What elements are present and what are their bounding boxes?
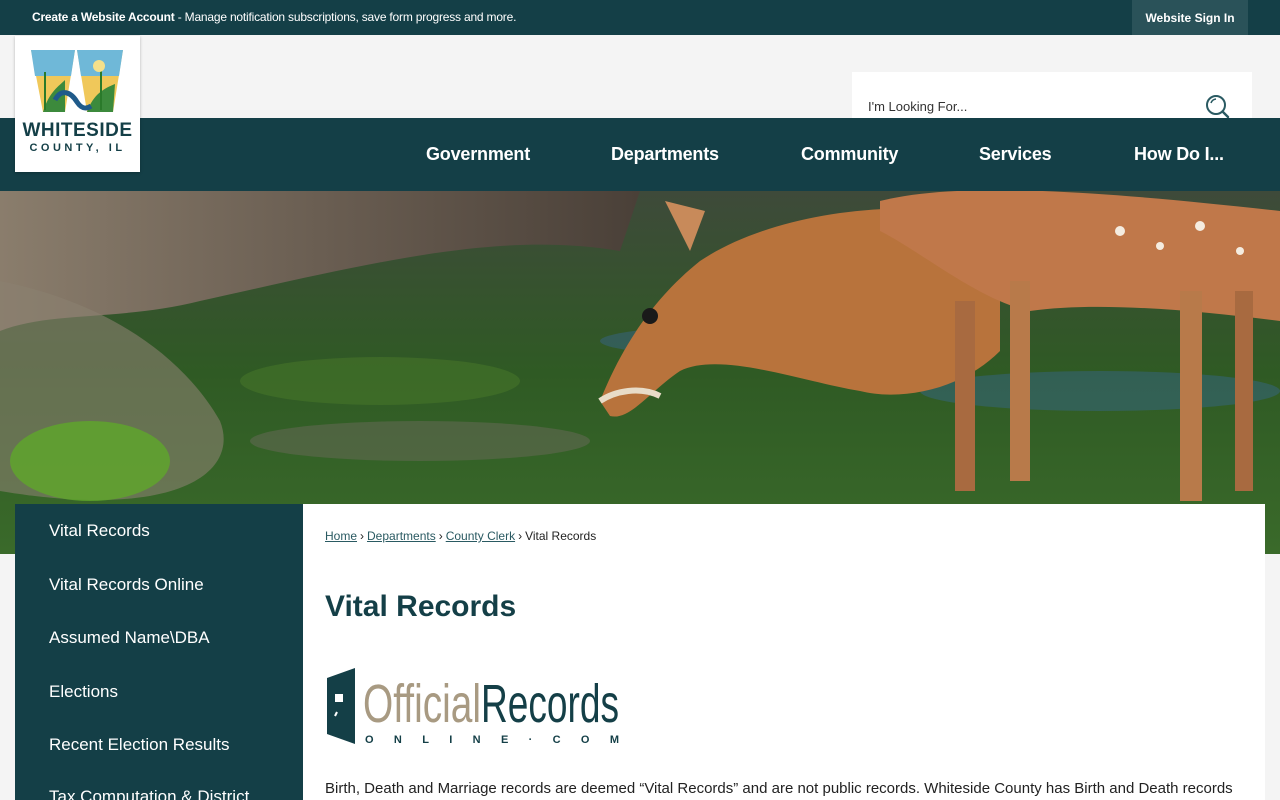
sidebar-item-elections[interactable]: Elections xyxy=(49,682,118,702)
sidebar-item-vital-records-online[interactable]: Vital Records Online xyxy=(49,575,204,595)
nav-government[interactable]: Government xyxy=(426,144,530,165)
section-sidebar: Vital Records Vital Records Online Assum… xyxy=(15,504,303,800)
create-account-link[interactable]: Create a Website Account xyxy=(32,10,175,24)
search-input[interactable] xyxy=(868,94,1188,118)
account-promo-text: - Manage notification subscriptions, sav… xyxy=(174,10,517,24)
brand-records-text: Records xyxy=(481,674,619,734)
sidebar-item-tax-computation[interactable]: Tax Computation & District xyxy=(49,787,249,800)
main-content: Home › Departments › County Clerk › Vital Reco… xyxy=(303,504,1265,800)
logo-title: WHITESIDE xyxy=(22,120,133,141)
breadcrumb-current: Vital Records xyxy=(525,529,597,543)
breadcrumb-home[interactable]: Home xyxy=(325,529,357,543)
county-seal-icon xyxy=(31,50,123,112)
nav-community[interactable]: Community xyxy=(801,144,898,165)
nav-services[interactable]: Services xyxy=(979,144,1052,165)
sidebar-item-recent-election-results[interactable]: Recent Election Results xyxy=(49,735,229,755)
breadcrumb: Home › Departments › County Clerk › Vital Reco… xyxy=(325,529,597,543)
page-title: Vital Records xyxy=(325,590,517,623)
breadcrumb-departments[interactable]: Departments xyxy=(367,529,436,543)
county-logo[interactable]: WHITESIDE COUNTY, IL xyxy=(15,36,140,172)
brand-official-text: Official xyxy=(363,674,481,734)
nav-departments[interactable]: Departments xyxy=(611,144,719,165)
deer-photo-illustration xyxy=(0,191,1280,554)
brand-sub-text: ONLINE·COM xyxy=(365,734,619,746)
breadcrumb-county-clerk[interactable]: County Clerk xyxy=(446,529,515,543)
website-sign-in-button[interactable]: Website Sign In xyxy=(1132,0,1248,35)
top-bar: Create a Website Account - Manage notifi… xyxy=(0,0,1280,35)
account-promo-message[interactable]: Create a Website Account - Manage notifi… xyxy=(32,10,516,24)
intro-paragraph: Birth, Death and Marriage records are de… xyxy=(325,780,1233,797)
hero-banner-image xyxy=(0,191,1280,554)
logo-subtitle: COUNTY, IL xyxy=(29,142,126,154)
sidebar-item-assumed-name[interactable]: Assumed Name\DBA xyxy=(49,628,210,648)
sidebar-item-vital-records[interactable]: Vital Records xyxy=(49,521,150,541)
nav-how-do-i[interactable]: How Do I... xyxy=(1134,144,1224,165)
site-header xyxy=(0,35,1280,140)
main-navigation: Government Departments Community Service… xyxy=(0,118,1280,191)
official-records-online-logo[interactable]: Official Records ONLINE·COM xyxy=(325,664,621,746)
book-icon xyxy=(327,668,355,744)
